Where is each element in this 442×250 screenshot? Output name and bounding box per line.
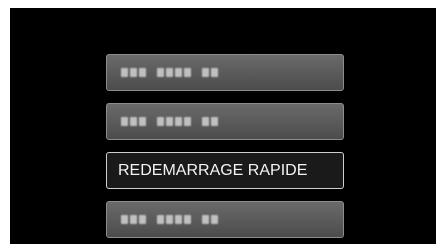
camera-screen: REDEMARRAGE RAPIDE bbox=[10, 8, 436, 244]
settings-menu: REDEMARRAGE RAPIDE bbox=[106, 54, 346, 250]
menu-item-quick-restart-label: REDEMARRAGE RAPIDE bbox=[118, 162, 308, 179]
menu-item-2[interactable] bbox=[106, 103, 344, 140]
menu-item-quick-restart[interactable]: REDEMARRAGE RAPIDE bbox=[106, 152, 344, 189]
menu-item-1[interactable] bbox=[106, 54, 344, 91]
menu-item-4[interactable] bbox=[106, 201, 344, 238]
